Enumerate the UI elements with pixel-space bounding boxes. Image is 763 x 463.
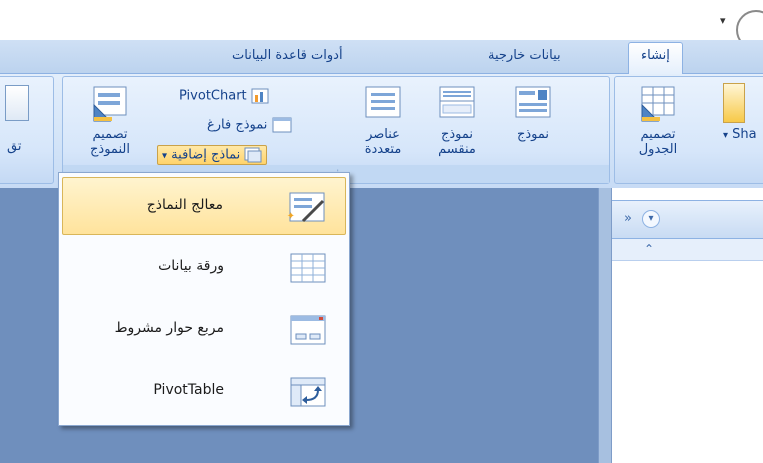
modal-dialog-icon	[290, 315, 326, 345]
blank-form-icon	[272, 117, 292, 133]
form-wizard-label: معالج النماذج	[146, 197, 223, 213]
nav-pane-menu-icon[interactable]: ▾	[642, 210, 660, 228]
report-icon	[5, 85, 29, 121]
form-design-label: تصميم النموذج	[90, 127, 130, 157]
blank-form-label: نموذج فارغ	[207, 117, 268, 133]
more-forms-button[interactable]: نماذج إضافية ▾	[157, 145, 268, 165]
menu-item-pivottable[interactable]: PivotTable	[62, 363, 346, 421]
tab-external-data[interactable]: بيانات خارجية	[488, 48, 561, 63]
table-design-button[interactable]: تصميم الجدول	[623, 83, 693, 157]
dropdown-arrow-icon: ▾	[162, 150, 168, 162]
menu-item-modal-dialog[interactable]: مربع حوار مشروط	[62, 301, 346, 359]
form-icon	[515, 86, 551, 118]
pivotchart-button[interactable]: PivotChart	[179, 87, 271, 105]
tab-create[interactable]: إنشاء	[628, 42, 683, 75]
pane-splitter[interactable]	[598, 188, 612, 463]
menu-item-datasheet[interactable]: ورقة بيانات	[62, 239, 346, 297]
datasheet-icon	[290, 253, 326, 283]
navigation-pane: » ▾ ⌃	[612, 200, 763, 463]
sharepoint-icon	[723, 83, 745, 123]
table-design-label: تصميم الجدول	[638, 127, 678, 157]
split-form-button[interactable]: نموذج منقسم	[427, 83, 487, 157]
collapse-group-icon[interactable]: ⌃	[644, 242, 654, 256]
form-wizard-icon: ✦	[287, 192, 325, 223]
nav-pane-header: » ▾	[612, 201, 763, 239]
qat-customize-icon[interactable]: ▾	[720, 14, 726, 27]
form-design-button[interactable]: تصميم النموذج	[75, 83, 145, 157]
reports-partial-label[interactable]: تق	[7, 139, 21, 154]
more-forms-label: نماذج إضافية	[171, 147, 241, 163]
sharepoint-label: Sha	[732, 127, 757, 142]
ribbon-tabs: أدوات قاعدة البيانات بيانات خارجية إنشاء	[0, 40, 763, 75]
pivotchart-label: PivotChart	[179, 88, 247, 104]
form-design-icon	[93, 86, 127, 122]
multiple-items-icon	[365, 86, 401, 118]
menu-item-form-wizard[interactable]: ✦ معالج النماذج	[62, 177, 346, 235]
form-button[interactable]: نموذج	[505, 83, 561, 142]
svg-text:✦: ✦	[287, 211, 295, 222]
sharepoint-lists-button[interactable]: ▾ Sha	[723, 83, 763, 143]
group-reports: تق	[0, 76, 54, 184]
pivotchart-icon	[251, 88, 269, 104]
table-design-icon	[641, 86, 675, 122]
pivottable-label: PivotTable	[153, 382, 224, 398]
multiple-items-button[interactable]: عناصر متعددة	[353, 83, 413, 157]
group-forms: تصميم النموذج PivotChart نموذج فارغ نماذ…	[62, 76, 610, 184]
form-label: نموذج	[516, 127, 550, 142]
split-form-label: نموذج منقسم	[438, 127, 476, 157]
sharepoint-arrow-icon: ▾	[723, 130, 729, 141]
tab-database-tools[interactable]: أدوات قاعدة البيانات	[232, 48, 343, 63]
nav-pane-group-header[interactable]: ⌃	[612, 239, 763, 261]
nav-pane-toggle-icon[interactable]: »	[624, 211, 632, 226]
more-forms-menu: ✦ معالج النماذج ورقة بيانات مربع حوار مش…	[58, 172, 350, 426]
quick-access-toolbar: ▾	[0, 0, 763, 50]
more-forms-icon	[244, 147, 262, 163]
group-tables: تصميم الجدول ▾ Sha	[614, 76, 763, 184]
ribbon: تق تصميم النموذج PivotChart نموذج فارغ ن…	[0, 74, 763, 188]
split-form-icon	[439, 86, 475, 118]
pivottable-icon	[290, 377, 326, 407]
blank-form-button[interactable]: نموذج فارغ	[207, 117, 292, 133]
datasheet-label: ورقة بيانات	[158, 258, 224, 274]
multiple-items-label: عناصر متعددة	[364, 127, 402, 157]
modal-dialog-label: مربع حوار مشروط	[114, 320, 224, 336]
